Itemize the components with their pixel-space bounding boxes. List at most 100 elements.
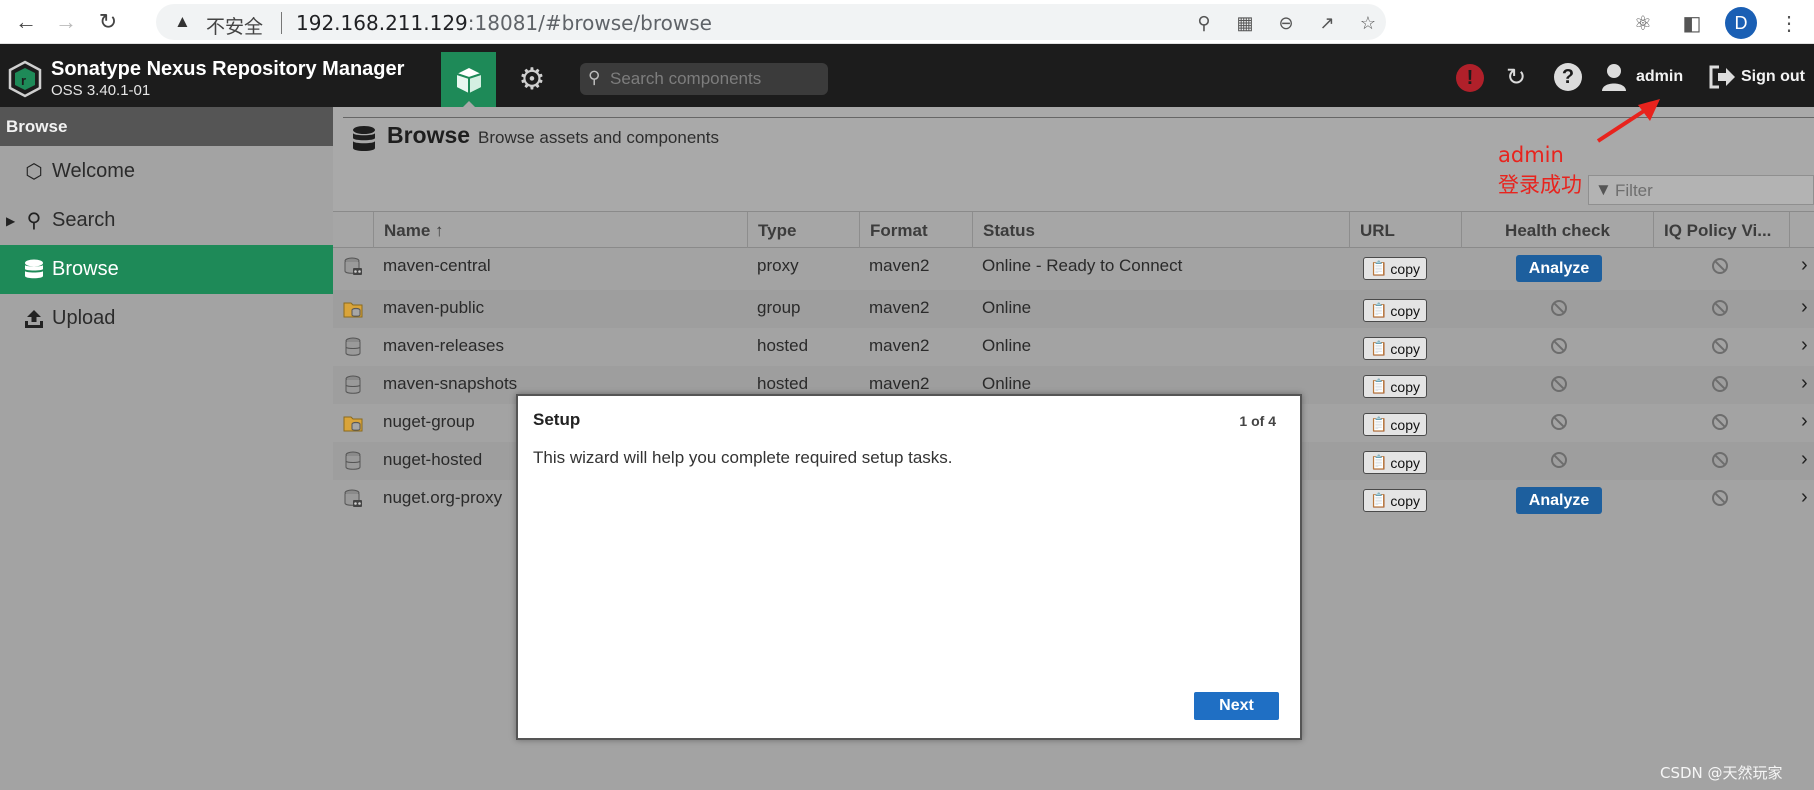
sidebar-item-search[interactable]: ▶ ⚲ Search [0,196,333,245]
not-available-icon [1712,414,1728,430]
hosted-repository-icon [345,451,361,470]
database-icon [25,259,43,278]
zoom-out-icon[interactable]: ⊖ [1274,11,1298,35]
user-icon[interactable] [1600,62,1628,92]
annotation-line: admin [1498,143,1564,167]
chevron-right-icon[interactable]: › [1801,296,1808,319]
forward-icon[interactable]: → [52,8,80,36]
sidebar-item-label: Upload [52,307,116,329]
translate-icon[interactable]: ▦ [1233,11,1257,35]
filter-input[interactable] [1615,180,1805,202]
table-row[interactable]: maven-public group maven2 Online 📋 copy › [333,290,1814,328]
extensions-icon[interactable]: ⚛ [1630,10,1656,36]
column-header-name[interactable]: Name ↑ [373,212,747,249]
help-icon[interactable]: ? [1554,63,1582,91]
copy-url-button[interactable]: 📋 copy [1363,257,1427,280]
copy-url-button[interactable]: 📋 copy [1363,299,1427,322]
profile-avatar[interactable]: D [1725,7,1757,39]
hosted-repository-icon [345,375,361,394]
column-header-iq-policy[interactable]: IQ Policy Vi... [1653,212,1789,249]
url-path: :18081/#browse/browse [467,11,712,35]
not-available-icon [1712,490,1728,506]
refresh-icon[interactable]: ↻ [1500,61,1532,93]
chevron-right-icon[interactable]: › [1801,410,1808,433]
setup-wizard-dialog: Setup 1 of 4 This wizard will help you c… [516,394,1302,740]
not-available-icon [1712,300,1728,316]
copy-url-button[interactable]: 📋 copy [1363,413,1427,436]
star-icon[interactable]: ☆ [1356,11,1380,35]
table-row[interactable]: maven-central proxy maven2 Online - Ready t… [333,248,1814,286]
alert-icon[interactable]: ! [1456,64,1484,92]
repo-format: maven2 [869,298,930,317]
gear-icon[interactable]: ⚙ [512,59,552,99]
column-header-format[interactable]: Format [859,212,972,249]
annotation-note: admin 登录成功 [1498,140,1582,200]
sidebar-item-label: Welcome [52,160,135,182]
chevron-right-icon[interactable]: › [1801,448,1808,471]
column-header-status[interactable]: Status [972,212,1349,249]
browse-mode-button[interactable] [441,52,496,107]
address-bar[interactable]: ▲ 不安全 192.168.211.129:18081/#browse/brow… [156,4,1386,40]
repo-status: Online [982,336,1032,355]
nexus-logo-icon: r [8,60,42,98]
clipboard-icon: 📋 [1369,454,1388,470]
share-icon[interactable]: ↗ [1315,11,1339,35]
repo-format: maven2 [869,256,930,275]
user-menu[interactable]: admin [1636,68,1683,86]
security-label: 不安全 [206,16,264,38]
app-version: OSS 3.40.1-01 [51,82,151,99]
sidebar-item-upload[interactable]: Upload [0,294,333,343]
copy-url-button[interactable]: 📋 copy [1363,489,1427,512]
key-icon[interactable]: ⚲ [1192,11,1216,35]
sign-out-button[interactable]: Sign out [1741,68,1805,86]
page-title: Browse [387,122,471,148]
repo-name: maven-central [383,256,491,275]
analyze-button[interactable]: Analyze [1516,487,1602,514]
repo-name: maven-releases [383,336,504,355]
page-subtitle: Browse assets and components [478,128,719,147]
filter-field[interactable]: ▼ [1588,175,1814,205]
database-icon [353,126,375,151]
reload-icon[interactable]: ↻ [94,8,122,36]
hosted-repository-icon [345,337,361,356]
chevron-right-icon[interactable]: › [1801,254,1808,277]
analyze-button[interactable]: Analyze [1516,255,1602,282]
table-row[interactable]: maven-releases hosted maven2 Online 📋 copy › [333,328,1814,366]
search-input[interactable] [610,67,820,91]
upload-icon [25,309,43,328]
not-available-icon [1551,338,1567,354]
chevron-right-icon[interactable]: › [1801,486,1808,509]
sidebar-item-welcome[interactable]: ⬡ Welcome [0,147,333,196]
copy-url-button[interactable]: 📋 copy [1363,337,1427,360]
address-separator [281,12,282,34]
not-available-icon [1712,376,1728,392]
chevron-right-icon[interactable]: › [1801,372,1808,395]
repo-type: proxy [757,256,799,275]
group-repository-icon [343,416,363,432]
grid-header: Name ↑ Type Format Status URL Health che… [333,211,1814,249]
not-available-icon [1712,258,1728,274]
next-button[interactable]: Next [1194,692,1279,720]
back-icon[interactable]: ← [12,8,40,36]
chevron-right-icon[interactable]: › [1801,334,1808,357]
side-panel-icon[interactable]: ◧ [1679,10,1705,36]
copy-label: copy [1390,340,1420,357]
component-search[interactable]: ⚲ [580,63,828,95]
column-header-url[interactable]: URL [1349,212,1461,249]
menu-icon[interactable]: ⋮ [1776,10,1802,36]
not-available-icon [1551,376,1567,392]
repo-type: group [757,298,801,317]
app-header: r Sonatype Nexus Repository Manager OSS … [0,44,1814,107]
copy-url-button[interactable]: 📋 copy [1363,451,1427,474]
copy-label: copy [1390,416,1420,433]
repo-format: maven2 [869,336,930,355]
sidebar-item-browse[interactable]: Browse [0,245,333,294]
expand-caret-icon[interactable]: ▶ [6,214,15,228]
clipboard-icon: 📋 [1369,492,1388,508]
column-header-type[interactable]: Type [747,212,859,249]
sign-out-icon[interactable] [1708,64,1736,90]
browser-toolbar: ← → ↻ ▲ 不安全 192.168.211.129:18081/#brows… [0,0,1814,44]
annotation-arrow-icon [1596,99,1660,143]
copy-url-button[interactable]: 📋 copy [1363,375,1427,398]
column-header-health-check[interactable]: Health check [1461,212,1653,249]
